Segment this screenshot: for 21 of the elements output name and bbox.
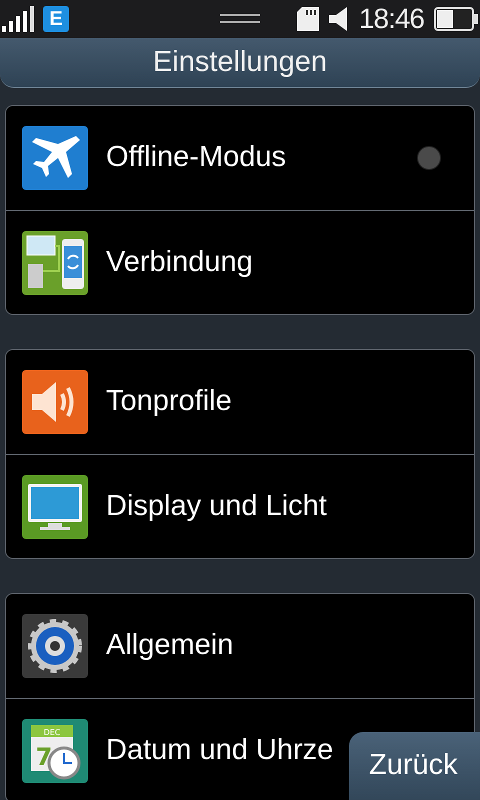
handle-icon[interactable]	[220, 13, 260, 25]
item-label: Verbindung	[106, 244, 253, 280]
gear-icon	[22, 614, 88, 678]
back-button[interactable]: Zurück	[349, 732, 480, 800]
item-label: Offline-Modus	[106, 140, 286, 176]
speaker-icon	[22, 370, 88, 434]
item-label: Tonprofile	[106, 384, 232, 420]
sd-card-icon	[296, 7, 319, 31]
network-badge: E	[43, 6, 69, 32]
monitor-icon	[22, 474, 88, 538]
calendar-clock-icon: DEC 7	[22, 718, 88, 782]
toggle-indicator[interactable]	[417, 146, 441, 170]
item-label: Display und Licht	[106, 488, 327, 524]
clock: 18:46	[358, 5, 424, 33]
devices-icon	[22, 230, 88, 294]
item-label: Datum und Uhrze	[106, 732, 334, 768]
screen-title: Einstellungen	[152, 44, 328, 80]
airplane-icon	[22, 126, 88, 190]
item-label: Allgemein	[106, 628, 234, 664]
signal-icon	[2, 6, 34, 32]
speaker-icon	[328, 7, 349, 31]
